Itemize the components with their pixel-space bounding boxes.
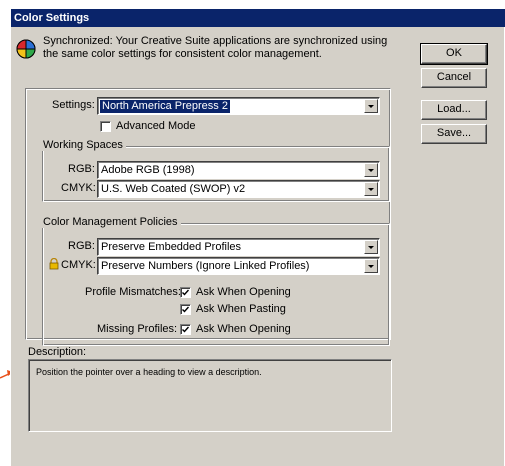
chevron-down-icon[interactable]: [364, 240, 378, 254]
ok-button[interactable]: OK: [420, 43, 488, 65]
ws-cmyk-value: U.S. Web Coated (SWOP) v2: [101, 183, 246, 195]
policy-cmyk-label: CMYK:: [61, 259, 96, 271]
missing-ask-opening-label: Ask When Opening: [196, 323, 291, 335]
checkmark-icon: [182, 306, 189, 313]
sync-status-message: Synchronized: Your Creative Suite applic…: [43, 35, 388, 60]
checkmark-icon: [182, 326, 189, 333]
mismatch-ask-pasting-label: Ask When Pasting: [196, 303, 286, 315]
mismatch-ask-pasting-checkbox[interactable]: [180, 304, 191, 315]
ws-rgb-label: RGB:: [68, 163, 95, 175]
chevron-down-icon[interactable]: [364, 259, 378, 273]
settings-label: Settings:: [52, 99, 95, 111]
load-button[interactable]: Load...: [421, 100, 487, 120]
ws-rgb-value: Adobe RGB (1998): [101, 164, 195, 176]
save-button[interactable]: Save...: [421, 124, 487, 144]
policies-title: Color Management Policies: [40, 216, 181, 228]
policy-cmyk-select[interactable]: Preserve Numbers (Ignore Linked Profiles…: [97, 257, 380, 275]
window-title: Color Settings: [11, 9, 505, 27]
description-label: Description:: [28, 346, 87, 358]
mismatch-ask-opening-label: Ask When Opening: [196, 286, 291, 298]
chevron-down-icon[interactable]: [364, 182, 378, 196]
ws-cmyk-select[interactable]: U.S. Web Coated (SWOP) v2: [97, 180, 380, 198]
missing-profiles-label: Missing Profiles:: [97, 323, 178, 335]
description-text: Position the pointer over a heading to v…: [36, 367, 262, 377]
ws-rgb-select[interactable]: Adobe RGB (1998): [97, 161, 380, 179]
sync-color-wheel-icon: [16, 39, 36, 59]
policy-cmyk-value: Preserve Numbers (Ignore Linked Profiles…: [101, 260, 310, 272]
profile-mismatches-label: Profile Mismatches:: [85, 286, 181, 298]
checkmark-icon: [182, 289, 189, 296]
lock-icon: [49, 258, 59, 270]
advanced-mode-label: Advanced Mode: [116, 120, 196, 132]
mismatch-ask-opening-checkbox[interactable]: [180, 287, 191, 298]
missing-ask-opening-checkbox[interactable]: [180, 324, 191, 335]
ws-cmyk-label: CMYK:: [61, 182, 96, 194]
chevron-down-icon[interactable]: [364, 99, 378, 113]
policy-rgb-value: Preserve Embedded Profiles: [101, 241, 242, 253]
policy-rgb-select[interactable]: Preserve Embedded Profiles: [97, 238, 380, 256]
settings-select[interactable]: North America Prepress 2: [97, 97, 380, 115]
chevron-down-icon[interactable]: [364, 163, 378, 177]
cancel-button[interactable]: Cancel: [421, 68, 487, 88]
advanced-mode-checkbox[interactable]: [100, 121, 111, 132]
policy-rgb-label: RGB:: [68, 240, 95, 252]
settings-select-value: North America Prepress 2: [100, 100, 230, 113]
working-spaces-title: Working Spaces: [40, 139, 126, 151]
